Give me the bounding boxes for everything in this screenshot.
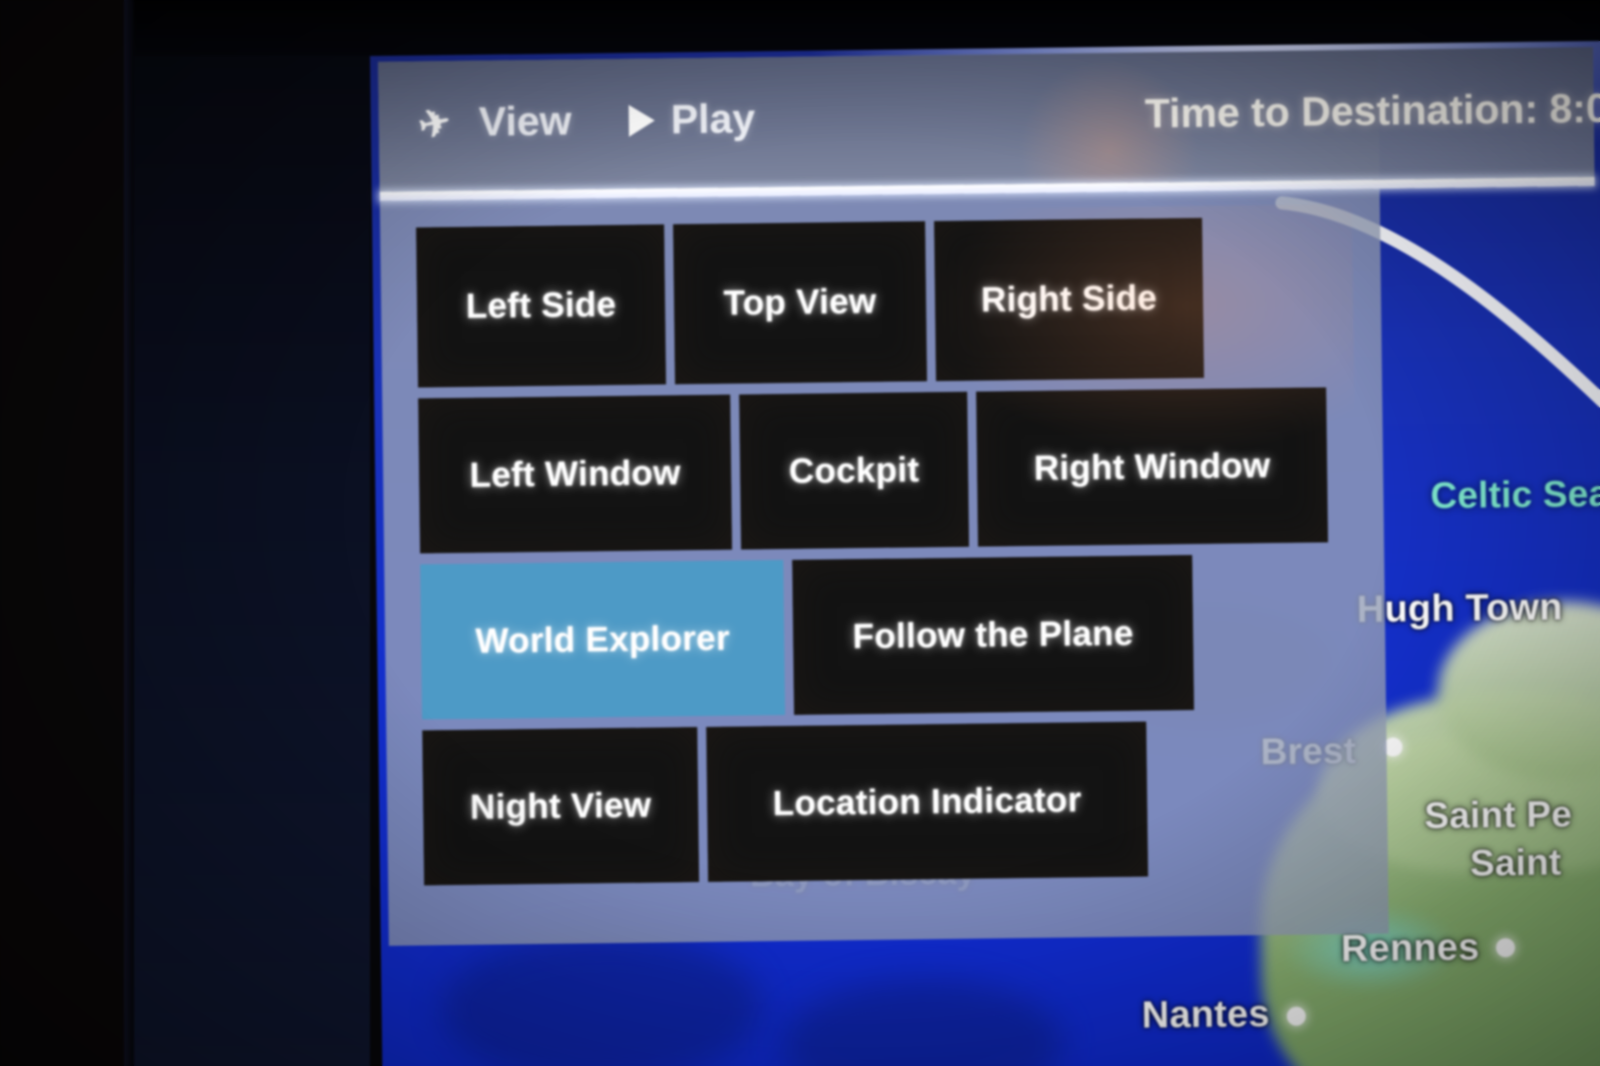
view-button-left-side[interactable]: Left Side: [416, 224, 667, 388]
sea-shading: [781, 977, 1063, 1066]
view-button-label: Right Window: [1033, 445, 1271, 488]
view-button-label: Left Window: [469, 452, 681, 495]
view-button-label: Top View: [723, 281, 877, 323]
map-label-nantes: Nantes: [1141, 993, 1270, 1037]
screen-bezel-left: [0, 0, 124, 1066]
inflight-entertainment-screen: Celtic SeaHugh TownBrestSaint PeSaintRen…: [370, 40, 1600, 1066]
map-label-celtic-sea: Celtic Sea: [1430, 472, 1600, 517]
view-button-label: World Explorer: [475, 618, 731, 661]
menu-item-play-label: Play: [670, 95, 756, 143]
map-label-saint-peter: Saint Pe: [1424, 793, 1573, 837]
view-button-cockpit[interactable]: Cockpit: [739, 391, 970, 550]
city-marker-rennes: [1495, 938, 1516, 958]
view-button-night-view[interactable]: Night View: [422, 727, 700, 886]
view-button-label: Cockpit: [788, 449, 920, 491]
map-label-saint: Saint: [1469, 841, 1562, 884]
view-button-grid: Left Side Top View Right Side Left Window Co…: [416, 216, 1384, 897]
view-button-label: Follow the Plane: [852, 613, 1134, 656]
view-button-follow-the-plane[interactable]: Follow the Plane: [792, 554, 1195, 715]
view-button-label: Location Indicator: [772, 779, 1082, 823]
view-button-top-view[interactable]: Top View: [673, 221, 928, 385]
play-triangle-icon: [628, 104, 655, 137]
view-button-location-indicator[interactable]: Location Indicator: [706, 721, 1149, 882]
ife-screen-photo: Celtic SeaHugh TownBrestSaint PeSaintRen…: [0, 0, 1600, 1066]
view-button-row: Night View Location Indicator: [422, 719, 1384, 886]
view-button-label: Right Side: [980, 278, 1158, 320]
sea-shading: [440, 931, 763, 1066]
map-label-hugh-town: Hugh Town: [1356, 586, 1563, 631]
view-button-left-window[interactable]: Left Window: [418, 394, 733, 554]
view-button-row: World Explorer Follow the Plane: [420, 553, 1382, 720]
screen-bezel-gap: [134, 0, 370, 1066]
menu-item-view[interactable]: ✈ View: [415, 97, 572, 148]
view-button-right-side[interactable]: Right Side: [934, 217, 1204, 382]
view-button-right-window[interactable]: Right Window: [976, 387, 1329, 547]
menu-item-play[interactable]: Play: [628, 95, 756, 144]
view-button-label: Left Side: [465, 285, 617, 326]
city-marker-nantes: [1286, 1006, 1306, 1026]
view-button-label: Night View: [469, 785, 652, 827]
airplane-icon: ✈: [414, 99, 456, 148]
menu-item-view-label: View: [478, 97, 572, 145]
view-button-row: Left Side Top View Right Side: [416, 216, 1378, 388]
screen-bezel-seam: [124, 0, 134, 1066]
view-button-row: Left Window Cockpit Right Window: [418, 387, 1380, 554]
view-button-world-explorer[interactable]: World Explorer: [420, 559, 786, 720]
time-to-destination: Time to Destination: 8:0: [1144, 84, 1600, 137]
